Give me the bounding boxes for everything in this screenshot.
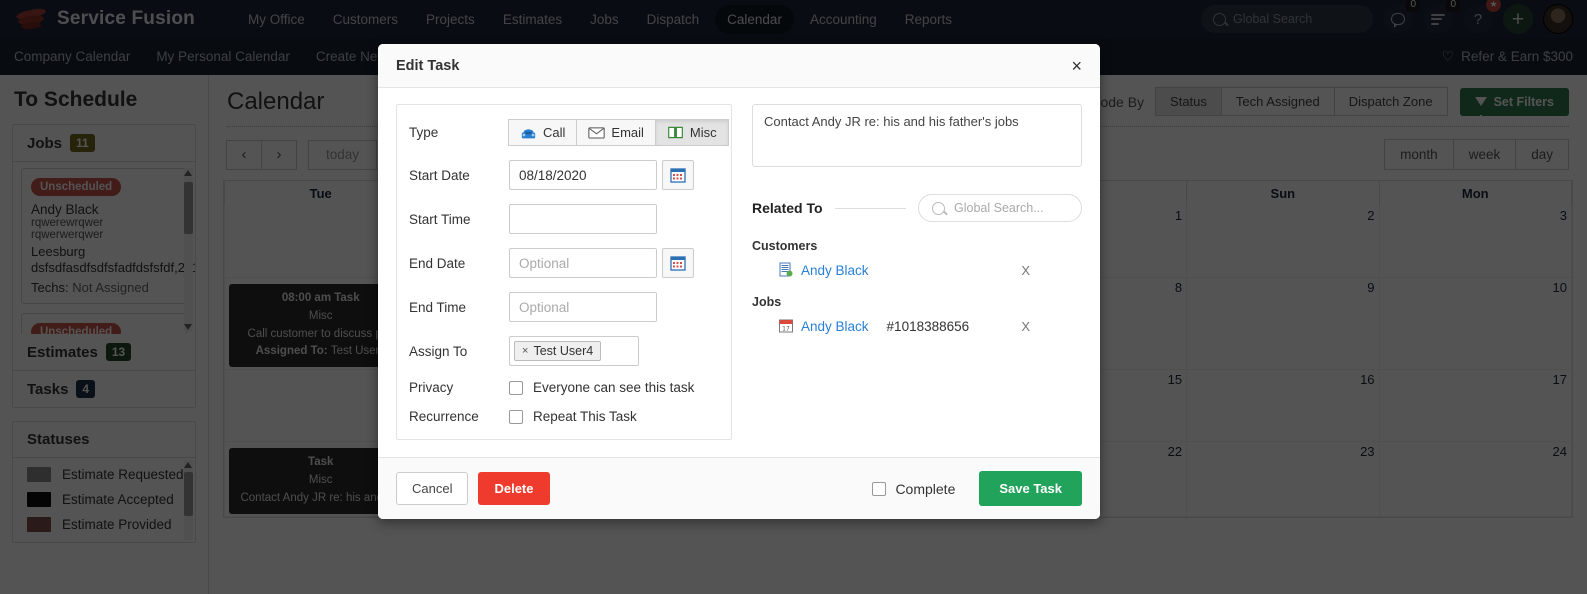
type-button-group: Call Email Misc (508, 119, 729, 146)
recurrence-checkbox-label: Repeat This Task (533, 409, 637, 424)
svg-text:17: 17 (782, 325, 790, 332)
form-row-end-date: End Date Optional (409, 248, 719, 278)
phone-icon (521, 129, 536, 139)
type-email-label: Email (611, 125, 644, 140)
divider (834, 207, 906, 209)
privacy-checkbox-label: Everyone can see this task (533, 380, 695, 395)
recurrence-checkbox[interactable] (509, 409, 523, 424)
complete-checkbox-wrap: Complete (872, 481, 955, 497)
end-time-label: End Time (409, 299, 467, 315)
form-row-assign-to: Assign To × Test User4 (409, 336, 719, 366)
form-row-start-time: Start Time (409, 204, 719, 234)
related-group-customers-title: Customers (752, 239, 818, 253)
complete-label: Complete (895, 480, 956, 497)
start-time-label: Start Time (409, 211, 471, 227)
remove-assignee-icon[interactable]: × (522, 345, 528, 357)
assign-to-label: Assign To (409, 343, 468, 359)
type-call-label: Call (543, 125, 566, 140)
type-misc-button[interactable]: Misc (654, 119, 729, 146)
start-date-input[interactable]: 08/18/2020 (509, 160, 657, 190)
job-calendar-icon: 17 (779, 319, 793, 333)
type-label: Type (409, 125, 439, 140)
remove-related-customer-button[interactable]: X (1021, 263, 1030, 278)
privacy-label: Privacy (409, 380, 454, 395)
type-call-button[interactable]: Call (508, 119, 578, 146)
assignee-tag[interactable]: × Test User4 (514, 341, 602, 361)
related-search-placeholder: Global Search... (954, 201, 1044, 215)
envelope-icon (588, 127, 606, 139)
start-date-label: Start Date (409, 167, 470, 183)
form-row-recurrence: Recurrence Repeat This Task (409, 409, 719, 424)
save-task-button[interactable]: Save Task (979, 471, 1082, 506)
book-icon (668, 126, 683, 139)
related-item-customer: Andy Black X (752, 262, 1082, 278)
privacy-checkbox[interactable] (509, 380, 523, 395)
calendar-icon (670, 256, 686, 271)
close-icon[interactable]: × (1071, 57, 1082, 75)
start-date-calendar-button[interactable] (662, 160, 694, 190)
assign-to-input[interactable]: × Test User4 (509, 336, 639, 366)
modal-footer: Cancel Delete Complete Save Task (378, 457, 1100, 519)
form-row-start-date: Start Date 08/18/2020 (409, 160, 719, 190)
type-misc-label: Misc (689, 125, 717, 140)
end-date-label: End Date (409, 255, 466, 271)
modal-title: Edit Task (396, 57, 460, 74)
form-row-end-time: End Time Optional (409, 292, 719, 322)
recurrence-label: Recurrence (409, 409, 479, 424)
related-search-input[interactable]: Global Search... (918, 194, 1082, 222)
task-notes-textarea[interactable] (752, 104, 1082, 167)
calendar-icon (670, 168, 686, 183)
related-to-title: Related To (752, 200, 823, 216)
type-email-button[interactable]: Email (576, 119, 656, 146)
delete-button[interactable]: Delete (478, 472, 550, 505)
remove-related-job-button[interactable]: X (1021, 319, 1030, 334)
related-job-link[interactable]: Andy Black (801, 319, 869, 334)
edit-task-modal: Edit Task × Type Call Email Misc Start D… (378, 44, 1100, 519)
app-root: Service Fusion My Office Customers Proje… (0, 0, 1587, 594)
related-group-jobs-title: Jobs (752, 295, 782, 309)
cancel-button[interactable]: Cancel (396, 472, 469, 505)
end-date-calendar-button[interactable] (662, 248, 694, 278)
complete-checkbox[interactable] (872, 481, 887, 496)
related-customer-link[interactable]: Andy Black (801, 263, 869, 278)
assignee-name: Test User4 (533, 344, 594, 358)
related-item-job: 17 Andy Black #1018388656 X (752, 318, 1082, 334)
start-time-input[interactable] (509, 204, 657, 234)
related-job-number: #1018388656 (886, 318, 970, 334)
end-time-input[interactable]: Optional (509, 292, 657, 322)
end-date-input[interactable]: Optional (509, 248, 657, 278)
form-row-type: Type Call Email Misc (409, 119, 729, 146)
task-notes-and-related: Related To Global Search... Customers (752, 104, 1082, 441)
customer-document-icon (779, 262, 793, 277)
modal-header: Edit Task × (378, 44, 1100, 88)
related-to-header: Related To Global Search... (752, 194, 1082, 222)
form-row-privacy: Privacy Everyone can see this task (409, 380, 719, 395)
task-details-form: Type Call Email Misc Start Date 08/18/20… (396, 104, 732, 440)
modal-body: Type Call Email Misc Start Date 08/18/20… (378, 88, 1100, 457)
search-icon (932, 201, 945, 215)
